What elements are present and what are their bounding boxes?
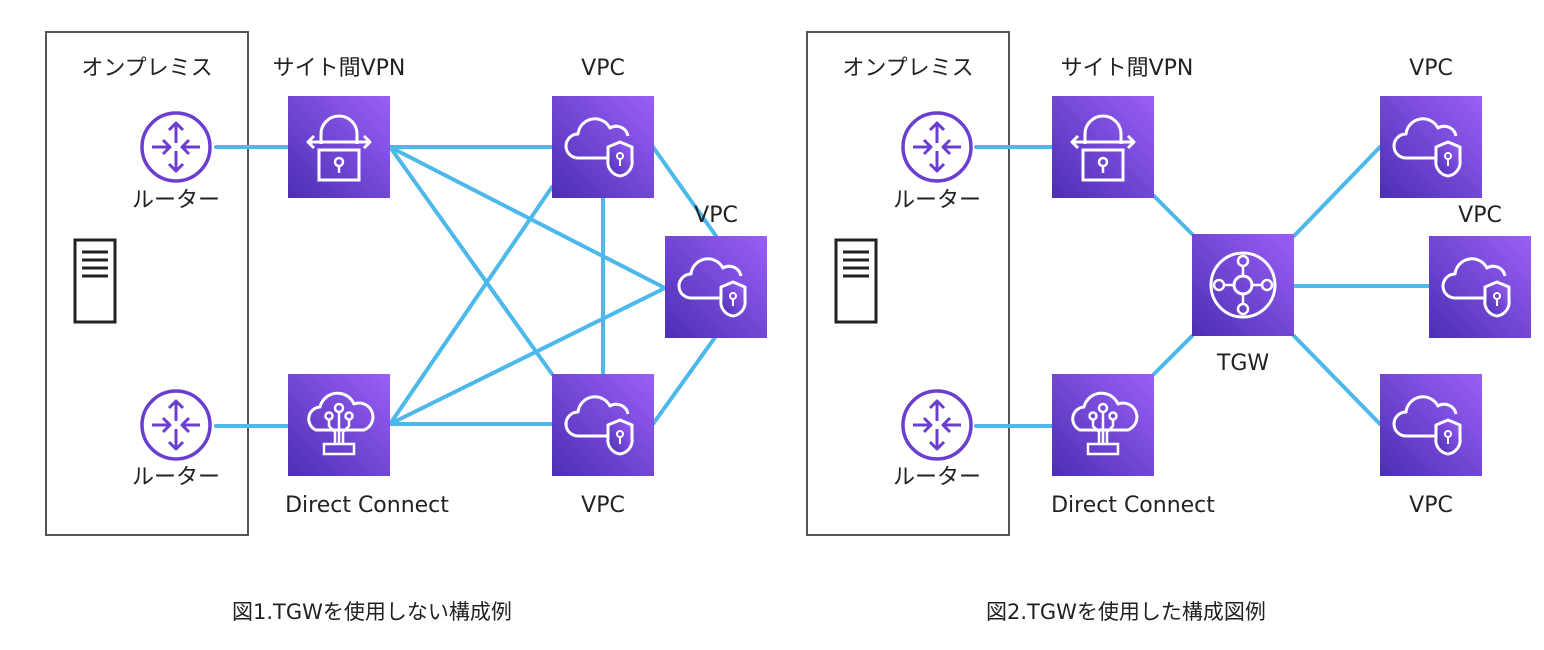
vpc-label: VPC xyxy=(581,56,625,81)
vpc-icon xyxy=(1378,372,1484,478)
vpc-icon xyxy=(550,372,656,478)
router-icon xyxy=(140,111,212,183)
vpc-label: VPC xyxy=(694,203,738,228)
router-label: ルーター xyxy=(132,188,220,213)
direct-connect-label: Direct Connect xyxy=(1051,493,1215,518)
tgw-icon xyxy=(1190,232,1296,338)
router-label: ルーター xyxy=(132,465,220,490)
vpn-icon xyxy=(286,94,392,200)
direct-connect-label: Direct Connect xyxy=(285,493,449,518)
router-label: ルーター xyxy=(893,188,981,213)
figure-1-caption: 図1.TGWを使用しない構成例 xyxy=(232,600,512,624)
vpc-label: VPC xyxy=(581,493,625,518)
vpn-icon xyxy=(1050,94,1156,200)
vpn-label: サイト間VPN xyxy=(273,56,406,81)
vpc-icon xyxy=(1378,94,1484,200)
server-icon xyxy=(834,238,878,324)
onprem-label: オンプレミス xyxy=(842,56,973,81)
router-icon xyxy=(901,111,973,183)
router-icon xyxy=(140,389,212,461)
vpc-label: VPC xyxy=(1458,203,1502,228)
router-label: ルーター xyxy=(893,465,981,490)
figure-2: オンプレミス ルーター ルーター サイト間VPN Direct Connect … xyxy=(806,31,1533,536)
direct-connect-icon xyxy=(1050,372,1156,478)
vpc-icon xyxy=(550,94,656,200)
vpn-label: サイト間VPN xyxy=(1061,56,1194,81)
vpc-label: VPC xyxy=(1409,493,1453,518)
diagram-canvas: オンプレミス ルーター ルーター サイト間VPN Direct Connect xyxy=(45,31,1533,536)
figure-1: オンプレミス ルーター ルーター サイト間VPN Direct Connect xyxy=(45,31,769,536)
vpc-label: VPC xyxy=(1409,56,1453,81)
router-icon xyxy=(901,389,973,461)
onprem-label: オンプレミス xyxy=(81,56,212,81)
tgw-label: TGW xyxy=(1216,351,1269,376)
vpc-icon xyxy=(663,234,769,340)
server-icon xyxy=(73,238,117,324)
figure-2-caption: 図2.TGWを使用した構成図例 xyxy=(986,600,1266,624)
direct-connect-icon xyxy=(286,372,392,478)
vpc-icon xyxy=(1427,234,1533,340)
